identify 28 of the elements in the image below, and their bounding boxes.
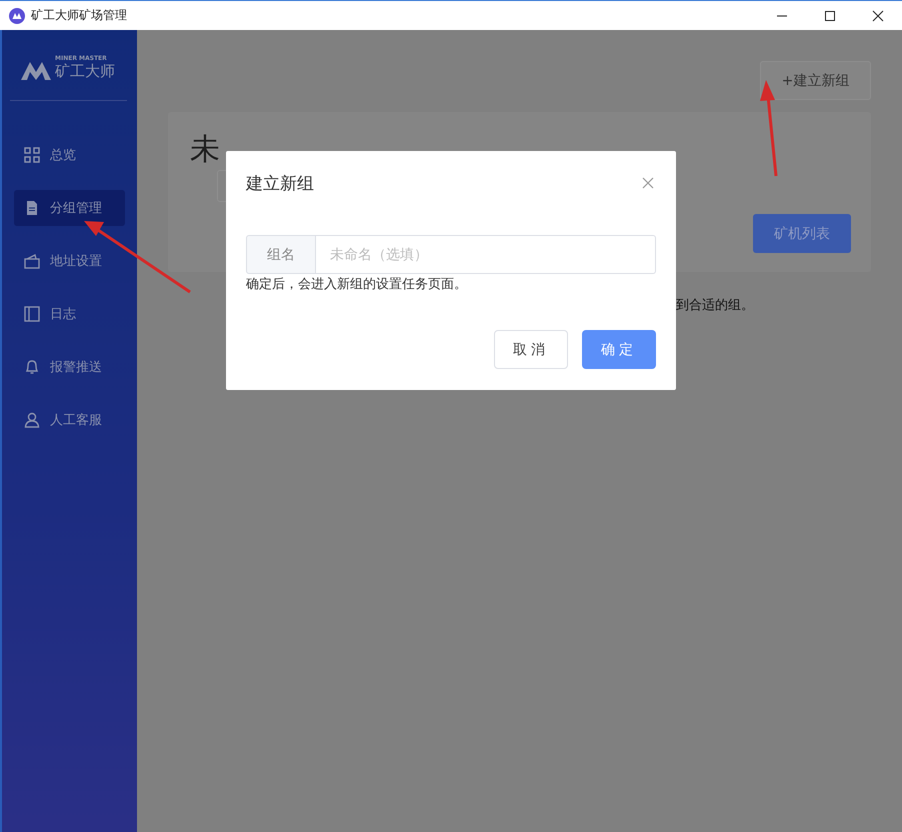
sidebar-item[interactable]: 人工客服 bbox=[14, 402, 125, 438]
bell-icon bbox=[24, 359, 40, 375]
dialog-note: 确定后，会进入新组的设置任务页面。 bbox=[246, 276, 468, 293]
sidebar-item[interactable]: 地址设置 bbox=[14, 243, 125, 279]
logo-mark-icon bbox=[21, 60, 51, 80]
confirm-button[interactable]: 确定 bbox=[582, 330, 656, 369]
sidebar-item[interactable]: 日志 bbox=[14, 296, 125, 332]
wallet-icon bbox=[24, 253, 40, 269]
sidebar-item[interactable]: 分组管理 bbox=[14, 190, 125, 226]
close-icon[interactable] bbox=[872, 10, 884, 22]
cancel-button[interactable]: 取消 bbox=[494, 330, 568, 369]
group-name-input[interactable]: 未命名（选填） bbox=[316, 235, 656, 274]
person-icon bbox=[24, 412, 40, 428]
maximize-icon[interactable] bbox=[824, 10, 836, 22]
hint-text: 到合适的组。 bbox=[676, 298, 754, 313]
group-title: 未 bbox=[190, 132, 221, 168]
field-label: 组名 bbox=[246, 235, 316, 274]
sidebar-item[interactable]: 总览 bbox=[14, 137, 125, 173]
miner-list-button[interactable]: 矿机列表 bbox=[753, 214, 851, 253]
logo-name: 矿工大师 bbox=[55, 63, 115, 80]
window-title: 矿工大师矿场管理 bbox=[31, 7, 127, 24]
grid-icon bbox=[24, 147, 40, 163]
dialog-title: 建立新组 bbox=[246, 172, 314, 194]
sidebar-item[interactable]: 报警推送 bbox=[14, 349, 125, 385]
new-group-button[interactable]: +建立新组 bbox=[760, 61, 871, 100]
document-icon bbox=[24, 200, 40, 216]
app-logo-icon bbox=[9, 8, 25, 24]
panel-icon bbox=[24, 306, 40, 322]
